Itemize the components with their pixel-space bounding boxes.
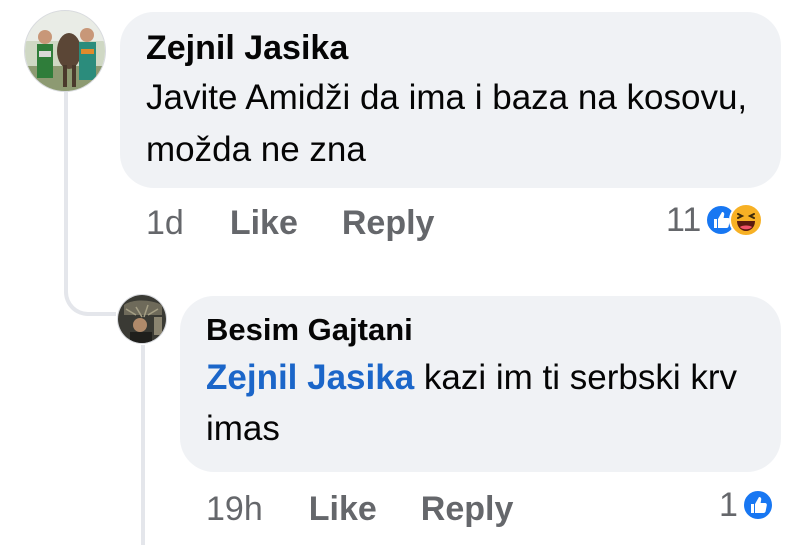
like-button[interactable]: Like	[230, 204, 298, 243]
reply-thread-line	[141, 345, 145, 545]
reply-text: Zejnil Jasika kazi im ti serbski krv ima…	[206, 352, 755, 454]
comment-actions: 1d Like Reply	[146, 198, 478, 248]
reactions-summary[interactable]: 11	[666, 195, 764, 245]
comment-author[interactable]: Zejnil Jasika	[146, 26, 755, 70]
reactions-summary[interactable]: 1	[719, 480, 774, 530]
avatar[interactable]	[117, 294, 167, 344]
reply-button[interactable]: Reply	[421, 490, 514, 529]
thread-connector-line	[64, 92, 116, 316]
haha-icon	[729, 203, 764, 237]
avatar-photo-icon	[25, 11, 105, 91]
avatar-photo-icon	[118, 295, 166, 343]
reply-actions: 19h Like Reply	[206, 484, 557, 534]
reply-button[interactable]: Reply	[342, 204, 435, 243]
comment-text: Javite Amidži da ima i baza na kosovu, m…	[146, 78, 748, 169]
reply-bubble: Besim Gajtani Zejnil Jasika kazi im ti s…	[180, 296, 781, 472]
comment-timestamp[interactable]: 1d	[146, 204, 184, 243]
reaction-count: 11	[666, 200, 702, 239]
comment-bubble: Zejnil Jasika Javite Amidži da ima i baz…	[120, 12, 781, 188]
mention-link[interactable]: Zejnil Jasika	[206, 358, 414, 397]
reaction-count: 1	[719, 485, 738, 524]
avatar[interactable]	[24, 10, 106, 92]
reply-author[interactable]: Besim Gajtani	[206, 310, 755, 350]
like-icon	[741, 489, 774, 521]
reply-timestamp[interactable]: 19h	[206, 490, 263, 529]
like-button[interactable]: Like	[309, 490, 377, 529]
